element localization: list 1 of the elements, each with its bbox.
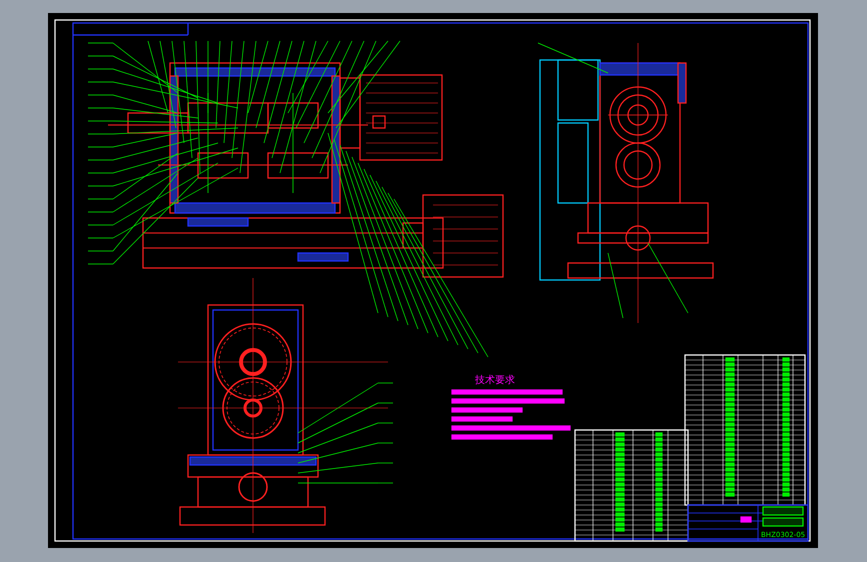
- notes-title: 技术要求: [475, 375, 515, 386]
